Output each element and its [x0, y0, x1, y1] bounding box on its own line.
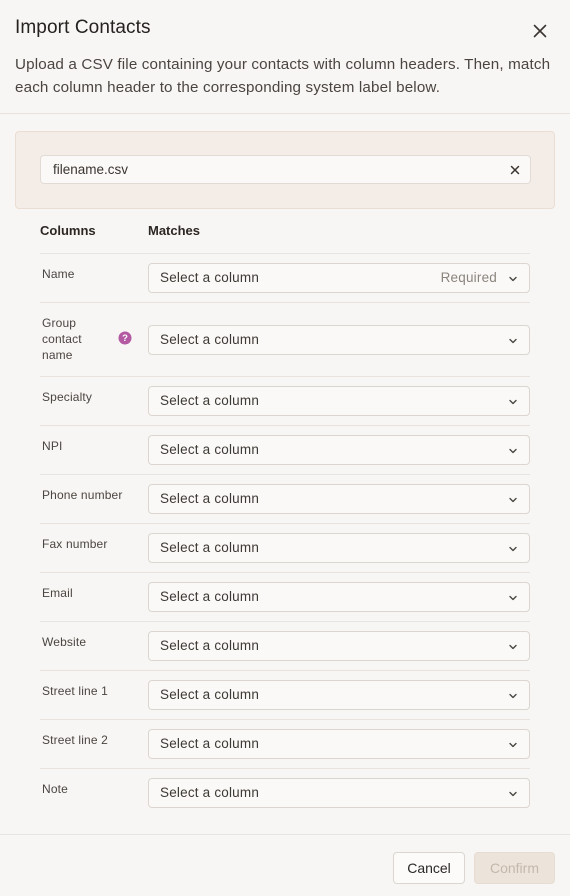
chevron-down-icon: [509, 338, 517, 344]
row-label: Name: [42, 267, 75, 281]
matches-header: Matches: [148, 223, 201, 238]
row-label: Phone number: [42, 488, 123, 502]
row-label: Street line 2: [42, 733, 108, 747]
select-placeholder: Select a column: [160, 393, 260, 408]
mapping-row: Group contact name? Select a column: [40, 302, 530, 376]
row-label: NPI: [42, 439, 63, 453]
row-label: Fax number: [42, 537, 108, 551]
column-select[interactable]: Select a column: [148, 778, 530, 808]
dialog-footer: Cancel Confirm: [0, 834, 570, 896]
row-label: Email: [42, 586, 73, 600]
select-placeholder: Select a column: [160, 442, 260, 457]
required-indicator: Required: [440, 270, 497, 285]
row-label: Group contact name: [42, 316, 82, 362]
mapping-row: Street line 1 Select a column: [40, 670, 530, 719]
chevron-down-icon: [509, 693, 517, 699]
select-placeholder: Select a column: [160, 270, 260, 285]
remove-file-button[interactable]: [508, 163, 522, 177]
mapping-row: Note Select a column: [40, 768, 530, 817]
column-select[interactable]: Select a column: [148, 631, 530, 661]
select-placeholder: Select a column: [160, 491, 260, 506]
select-placeholder: Select a column: [160, 638, 260, 653]
columns-header: Columns: [40, 223, 96, 238]
column-select[interactable]: Select a column Required: [148, 263, 530, 293]
column-select[interactable]: Select a column: [148, 386, 530, 416]
select-placeholder: Select a column: [160, 687, 260, 702]
mapping-row: Specialty Select a column: [40, 376, 530, 425]
row-label: Street line 1: [42, 684, 108, 698]
cancel-button[interactable]: Cancel: [393, 852, 465, 884]
chevron-down-icon: [509, 448, 517, 454]
column-select[interactable]: Select a column: [148, 435, 530, 465]
dialog-description: Upload a CSV file containing your contac…: [15, 56, 551, 96]
help-icon[interactable]: ?: [118, 331, 132, 345]
file-name: filename.csv: [53, 162, 129, 177]
chevron-down-icon: [509, 497, 517, 503]
column-select[interactable]: Select a column: [148, 729, 530, 759]
chevron-down-icon: [509, 742, 517, 748]
mapping-row: Website Select a column: [40, 621, 530, 670]
mapping-row: Email Select a column: [40, 572, 530, 621]
chevron-down-icon: [509, 276, 517, 282]
select-placeholder: Select a column: [160, 785, 260, 800]
select-placeholder: Select a column: [160, 736, 260, 751]
dialog-title: Import Contacts: [15, 17, 151, 38]
column-select[interactable]: Select a column: [148, 484, 530, 514]
upload-panel: filename.csv: [15, 131, 555, 209]
x-icon: [510, 165, 520, 175]
close-icon: [533, 24, 547, 38]
mapping-row: NPI Select a column: [40, 425, 530, 474]
select-placeholder: Select a column: [160, 540, 260, 555]
svg-text:?: ?: [122, 333, 128, 344]
select-placeholder: Select a column: [160, 332, 260, 347]
column-select[interactable]: Select a column: [148, 582, 530, 612]
uploaded-file-chip: filename.csv: [40, 155, 531, 184]
chevron-down-icon: [509, 546, 517, 552]
close-button[interactable]: [528, 19, 552, 43]
row-label: Note: [42, 782, 68, 796]
column-select[interactable]: Select a column: [148, 325, 530, 355]
row-label: Website: [42, 635, 87, 649]
question-circle-icon: ?: [118, 331, 132, 345]
dialog-header: Import Contacts Upload a CSV file contai…: [0, 0, 570, 114]
mapping-row: Phone number Select a column: [40, 474, 530, 523]
column-select[interactable]: Select a column: [148, 680, 530, 710]
mapping-row: Name Select a column Required: [40, 253, 530, 302]
confirm-button[interactable]: Confirm: [474, 852, 555, 884]
column-select[interactable]: Select a column: [148, 533, 530, 563]
chevron-down-icon: [509, 595, 517, 601]
select-placeholder: Select a column: [160, 589, 260, 604]
chevron-down-icon: [509, 791, 517, 797]
mapping-row: Fax number Select a column: [40, 523, 530, 572]
mapping-row: Street line 2 Select a column: [40, 719, 530, 768]
chevron-down-icon: [509, 644, 517, 650]
chevron-down-icon: [509, 399, 517, 405]
row-label: Specialty: [42, 390, 93, 404]
